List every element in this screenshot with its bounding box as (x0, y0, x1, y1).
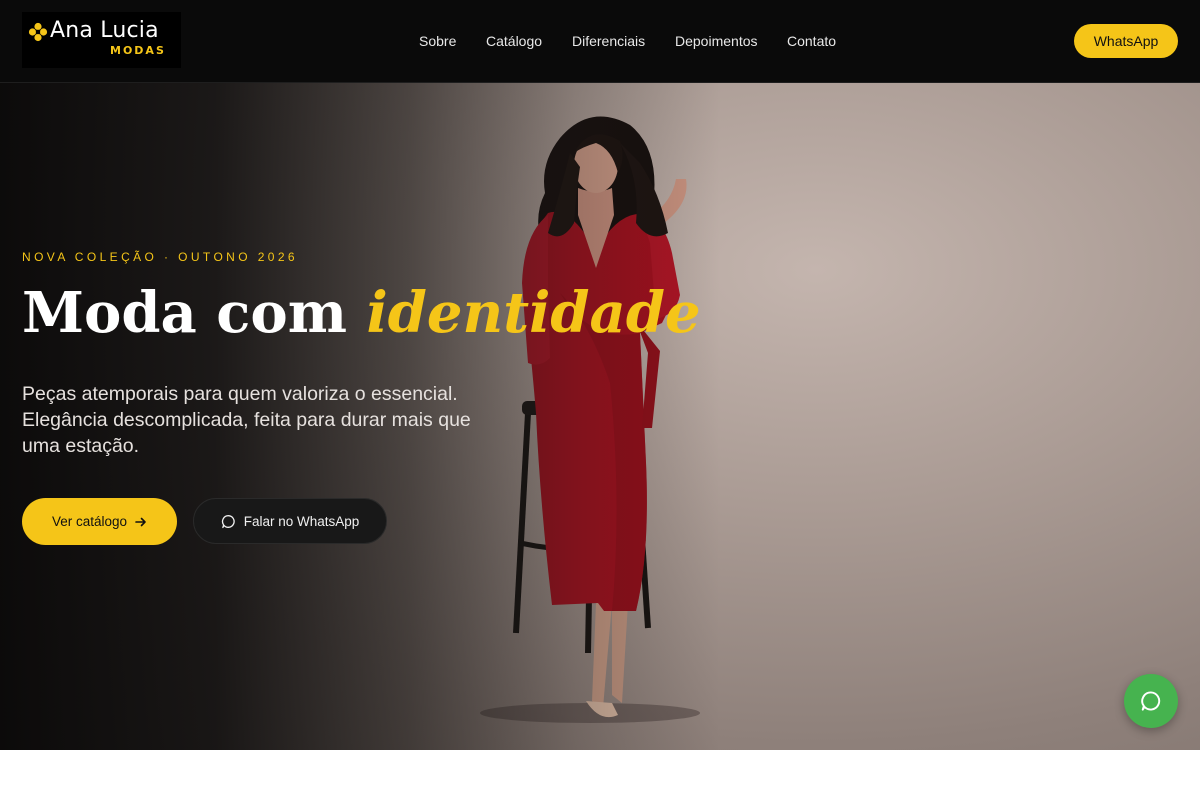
view-catalog-button[interactable]: Ver catálogo (22, 498, 177, 545)
nav-link-catalogo[interactable]: Catálogo (486, 33, 542, 49)
hero-description: Peças atemporais para quem valoriza o es… (22, 383, 471, 457)
chat-bubble-icon (1140, 690, 1162, 712)
headline-accent: identidade (366, 280, 701, 346)
hero-headline: Moda com identidade (22, 280, 701, 346)
whatsapp-chat-label: Falar no WhatsApp (243, 513, 360, 529)
whatsapp-chat-button[interactable]: Falar no WhatsApp (193, 498, 387, 544)
hero-eyebrow: NOVA COLEÇÃO · OUTONO 2026 (22, 250, 299, 264)
page-below-hero (0, 750, 1200, 798)
headline-main: Moda com (22, 280, 347, 346)
arrow-right-icon (135, 516, 147, 528)
hero-section: NOVA COLEÇÃO · OUTONO 2026 Moda com iden… (0, 83, 1200, 750)
nav-link-sobre[interactable]: Sobre (419, 33, 456, 49)
site-header: Ana Lucia Modas Sobre Catálogo Diferenci… (0, 0, 1200, 83)
nav-link-contato[interactable]: Contato (787, 33, 836, 49)
nav-link-diferenciais[interactable]: Diferenciais (572, 33, 645, 49)
nav-link-depoimentos[interactable]: Depoimentos (675, 33, 758, 49)
floating-whatsapp-button[interactable] (1124, 674, 1178, 728)
whatsapp-header-button[interactable]: WhatsApp (1074, 24, 1178, 58)
view-catalog-label: Ver catálogo (51, 514, 128, 529)
chat-bubble-icon (221, 514, 236, 529)
main-nav: Sobre Catálogo Diferenciais Depoimentos … (0, 33, 1200, 51)
